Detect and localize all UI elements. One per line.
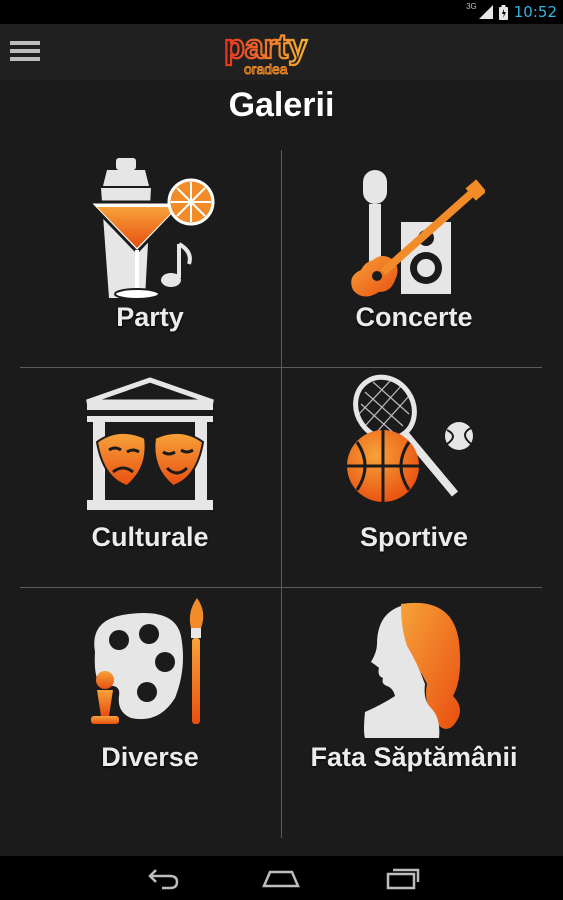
system-nav-bar [0, 856, 563, 900]
home-icon[interactable] [262, 866, 300, 890]
gallery-tile-label: Sportive [359, 522, 469, 552]
party-oradea-logo[interactable]: party oradea [222, 28, 342, 78]
signal-icon [478, 5, 493, 19]
palette-brush-icon [91, 598, 204, 724]
gallery-tile-label: Concerte [355, 302, 473, 332]
gallery-tile-label: Culturale [91, 522, 209, 552]
gallery-tile-sportive[interactable]: Sportive [283, 370, 545, 588]
app-bar: party oradea [0, 24, 563, 80]
gallery-tile-label: Diverse [101, 742, 199, 772]
gallery-tile-diverse[interactable]: Diverse [19, 590, 281, 808]
status-bar: 3G 10:52 [0, 0, 563, 24]
logo-sub-text: oradea [244, 61, 288, 77]
gallery-tile-label: Fata Săptămânii [310, 742, 518, 772]
gallery-tile-concerte[interactable]: Concerte [283, 150, 545, 368]
clock: 10:52 [513, 3, 557, 21]
gallery-grid: Party Concerte Culturale Sportive Divers… [0, 150, 563, 840]
gallery-tile-fata-saptamanii[interactable]: Fata Săptămânii [283, 590, 545, 808]
network-type-label: 3G [466, 2, 477, 11]
guitar-mic-speaker-icon [351, 170, 485, 297]
cocktail-icon [85, 158, 215, 300]
gallery-tile-culturale[interactable]: Culturale [19, 370, 281, 588]
recent-apps-icon[interactable] [386, 866, 420, 890]
gallery-tile-label: Party [116, 302, 184, 332]
gallery-tile-party[interactable]: Party [19, 150, 281, 368]
battery-icon [498, 4, 508, 20]
theatre-masks-icon [86, 377, 214, 510]
sports-balls-icon [347, 374, 473, 502]
woman-silhouette-icon [364, 602, 461, 738]
page-title: Galerii [228, 86, 335, 124]
menu-icon[interactable] [10, 36, 40, 66]
back-icon[interactable] [146, 866, 180, 890]
